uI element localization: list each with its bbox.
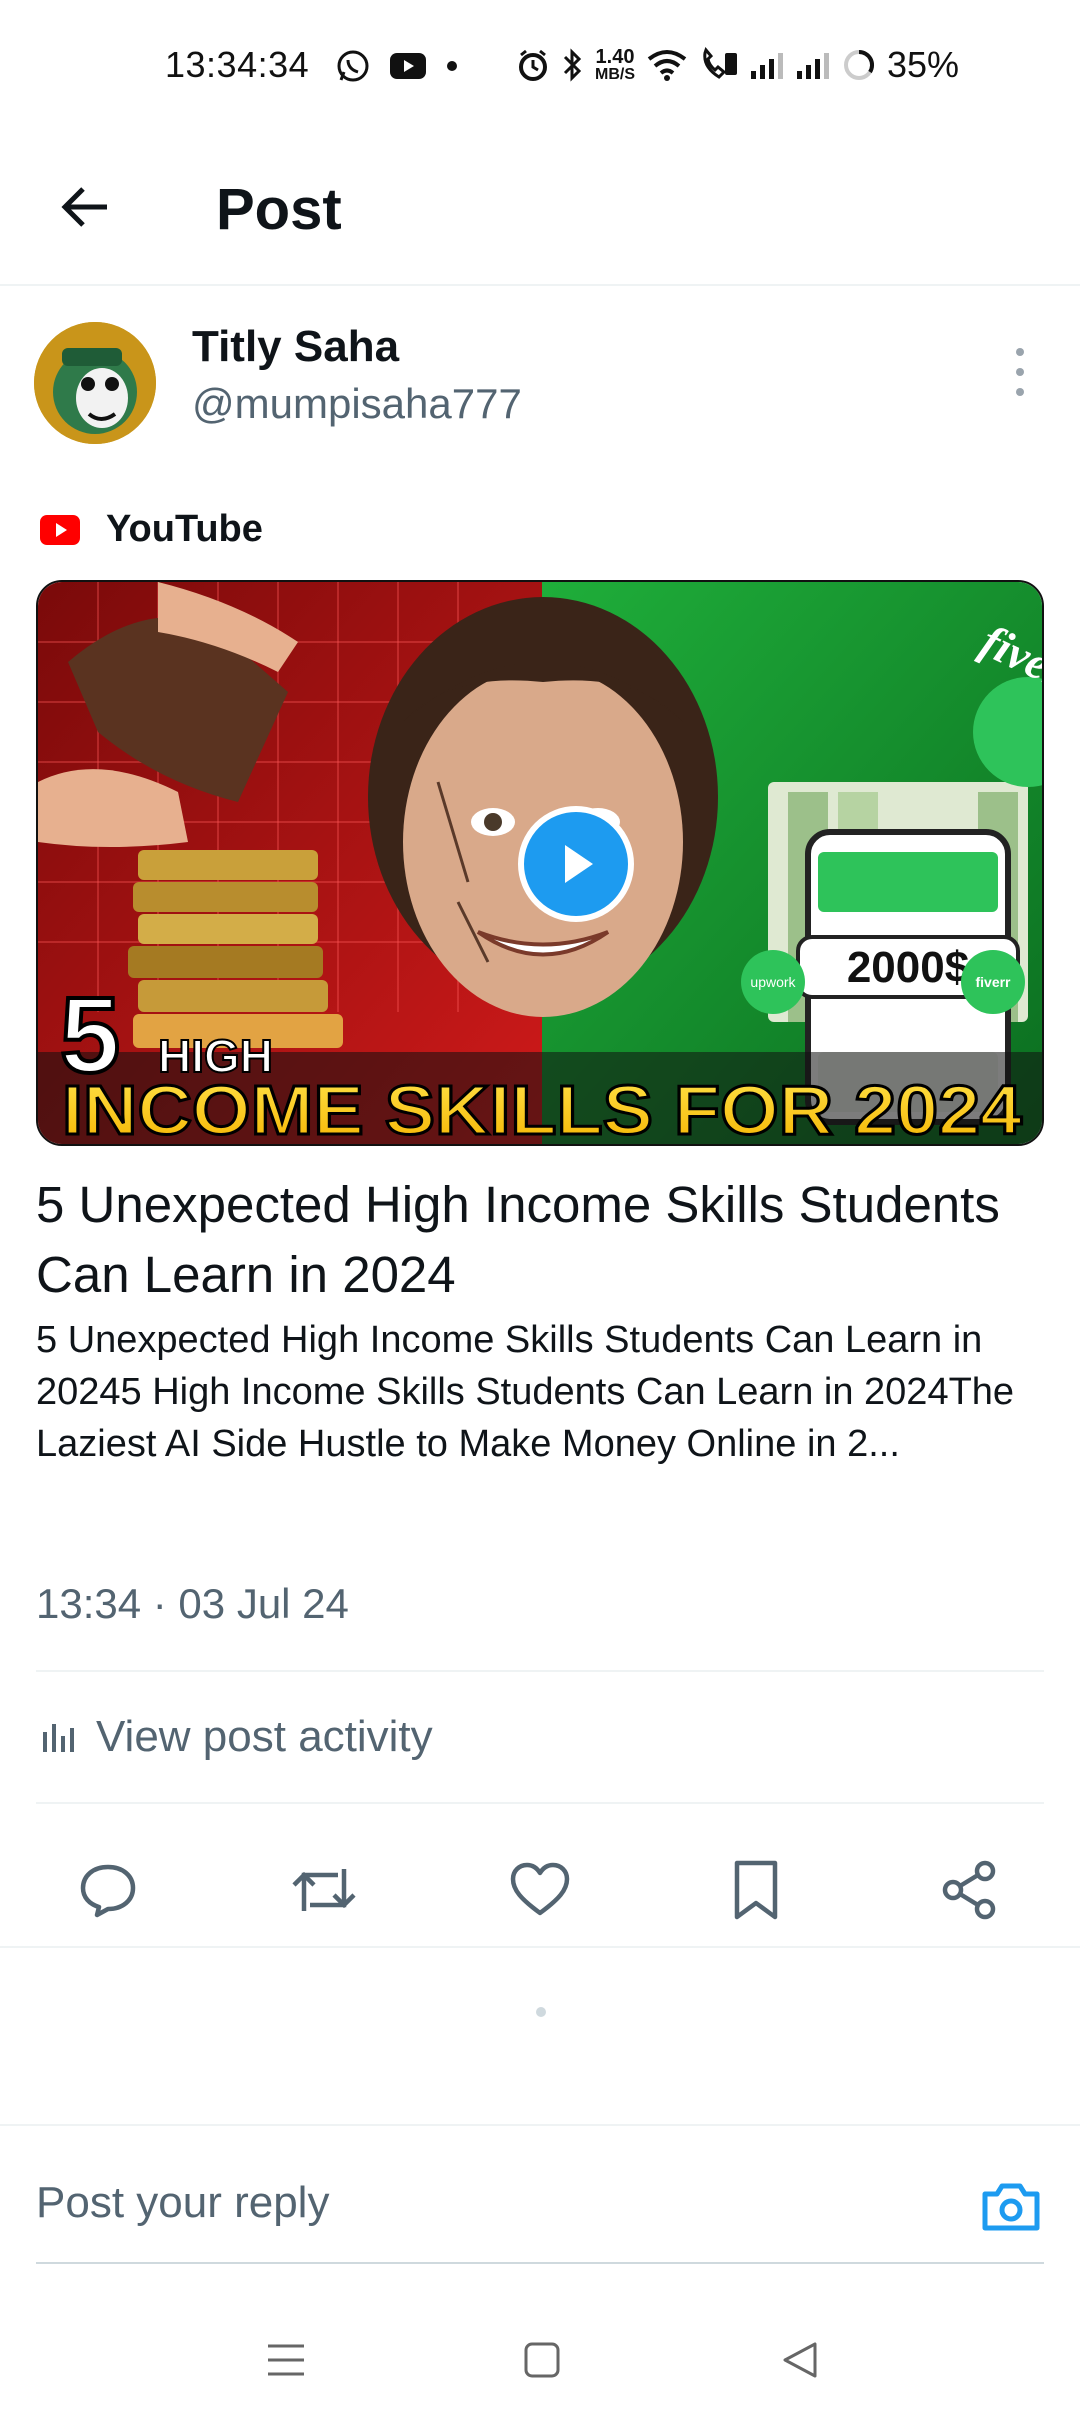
play-icon	[565, 845, 593, 883]
divider	[36, 1802, 1044, 1804]
reply-input[interactable]: Post your reply	[36, 2178, 329, 2228]
home-button[interactable]	[502, 2320, 582, 2400]
battery-ring-icon	[844, 49, 875, 80]
upwork-badge: upwork	[750, 974, 796, 990]
page-title: Post	[216, 177, 342, 242]
youtube-logo-icon	[40, 514, 80, 545]
bookmark-icon	[734, 1860, 778, 1920]
more-dot-icon	[1016, 348, 1024, 356]
author-avatar[interactable]	[34, 322, 156, 444]
youtube-notification-icon	[390, 53, 426, 79]
repost-button[interactable]	[284, 1850, 364, 1930]
triangle-back-icon	[783, 2342, 817, 2378]
link-card-title[interactable]: 5 Unexpected High Income Skills Students…	[36, 1170, 1036, 1310]
bluetooth-icon	[563, 48, 582, 82]
share-button[interactable]	[930, 1850, 1010, 1930]
reply-underline	[36, 2262, 1044, 2264]
link-source[interactable]: YouTube	[40, 508, 263, 551]
source-label: YouTube	[106, 508, 263, 550]
arrow-left-icon	[61, 187, 107, 227]
divider	[0, 1946, 1080, 1948]
camera-icon	[982, 2183, 1040, 2231]
fiverr-badge: fiverr	[975, 974, 1011, 990]
repost-icon	[292, 1869, 356, 1911]
call-volte-icon	[703, 47, 737, 79]
more-dot-icon	[1016, 388, 1024, 396]
cartoon-avatar-image	[34, 322, 156, 444]
divider	[0, 2124, 1080, 2126]
video-thumbnail[interactable]: 2000$ upwork fiverr fiverr 5 HIGH INCOME…	[36, 580, 1044, 1146]
alarm-icon	[519, 49, 547, 81]
like-button[interactable]	[500, 1850, 580, 1930]
link-card-description[interactable]: 5 Unexpected High Income Skills Students…	[36, 1314, 1046, 1470]
signal-strength-icon	[751, 53, 783, 79]
play-button[interactable]	[518, 806, 634, 922]
money-label: 2000$	[847, 943, 969, 992]
heart-icon	[510, 1862, 570, 1916]
view-post-activity[interactable]: View post activity	[40, 1712, 433, 1762]
system-back-button[interactable]	[760, 2320, 840, 2400]
top-app-bar: Post	[0, 150, 1080, 286]
recent-apps-button[interactable]	[246, 2320, 326, 2400]
notification-icons	[335, 48, 459, 84]
analytics-icon	[43, 1724, 74, 1752]
more-options-button[interactable]	[1000, 348, 1040, 396]
more-dot-icon	[1016, 368, 1024, 376]
menu-icon	[268, 2344, 304, 2376]
share-icon	[942, 1860, 996, 1920]
signal-strength-2-icon	[797, 53, 829, 79]
post-actions	[0, 1840, 1080, 1950]
loading-dot-icon	[536, 2007, 546, 2017]
thumbnail-big-line: INCOME SKILLS FOR 2024	[62, 1071, 1022, 1146]
divider	[36, 1670, 1044, 1672]
status-bar: 13:34:34 1.40 MB/S 35%	[0, 0, 1080, 140]
view-post-activity-label: View post activity	[96, 1712, 433, 1761]
dot-indicator-icon	[447, 61, 457, 71]
system-icons: 1.40 MB/S 35%	[515, 44, 959, 86]
network-speed: 1.40 MB/S	[595, 46, 635, 83]
author-name[interactable]: Titly Saha	[192, 322, 399, 372]
square-icon	[524, 2342, 560, 2378]
system-navigation-bar	[0, 2300, 1080, 2412]
post-timestamp: 13:34 · 03 Jul 24	[36, 1580, 349, 1627]
status-time: 13:34:34	[165, 44, 310, 85]
comment-icon	[80, 1864, 136, 1918]
back-button[interactable]	[50, 172, 120, 242]
wifi-icon	[647, 50, 687, 81]
whatsapp-icon	[337, 50, 369, 82]
author-handle[interactable]: @mumpisaha777	[192, 380, 522, 428]
bookmark-button[interactable]	[716, 1850, 796, 1930]
reply-button[interactable]	[68, 1850, 148, 1930]
camera-button[interactable]	[976, 2172, 1046, 2242]
battery-percentage: 35%	[887, 44, 960, 85]
